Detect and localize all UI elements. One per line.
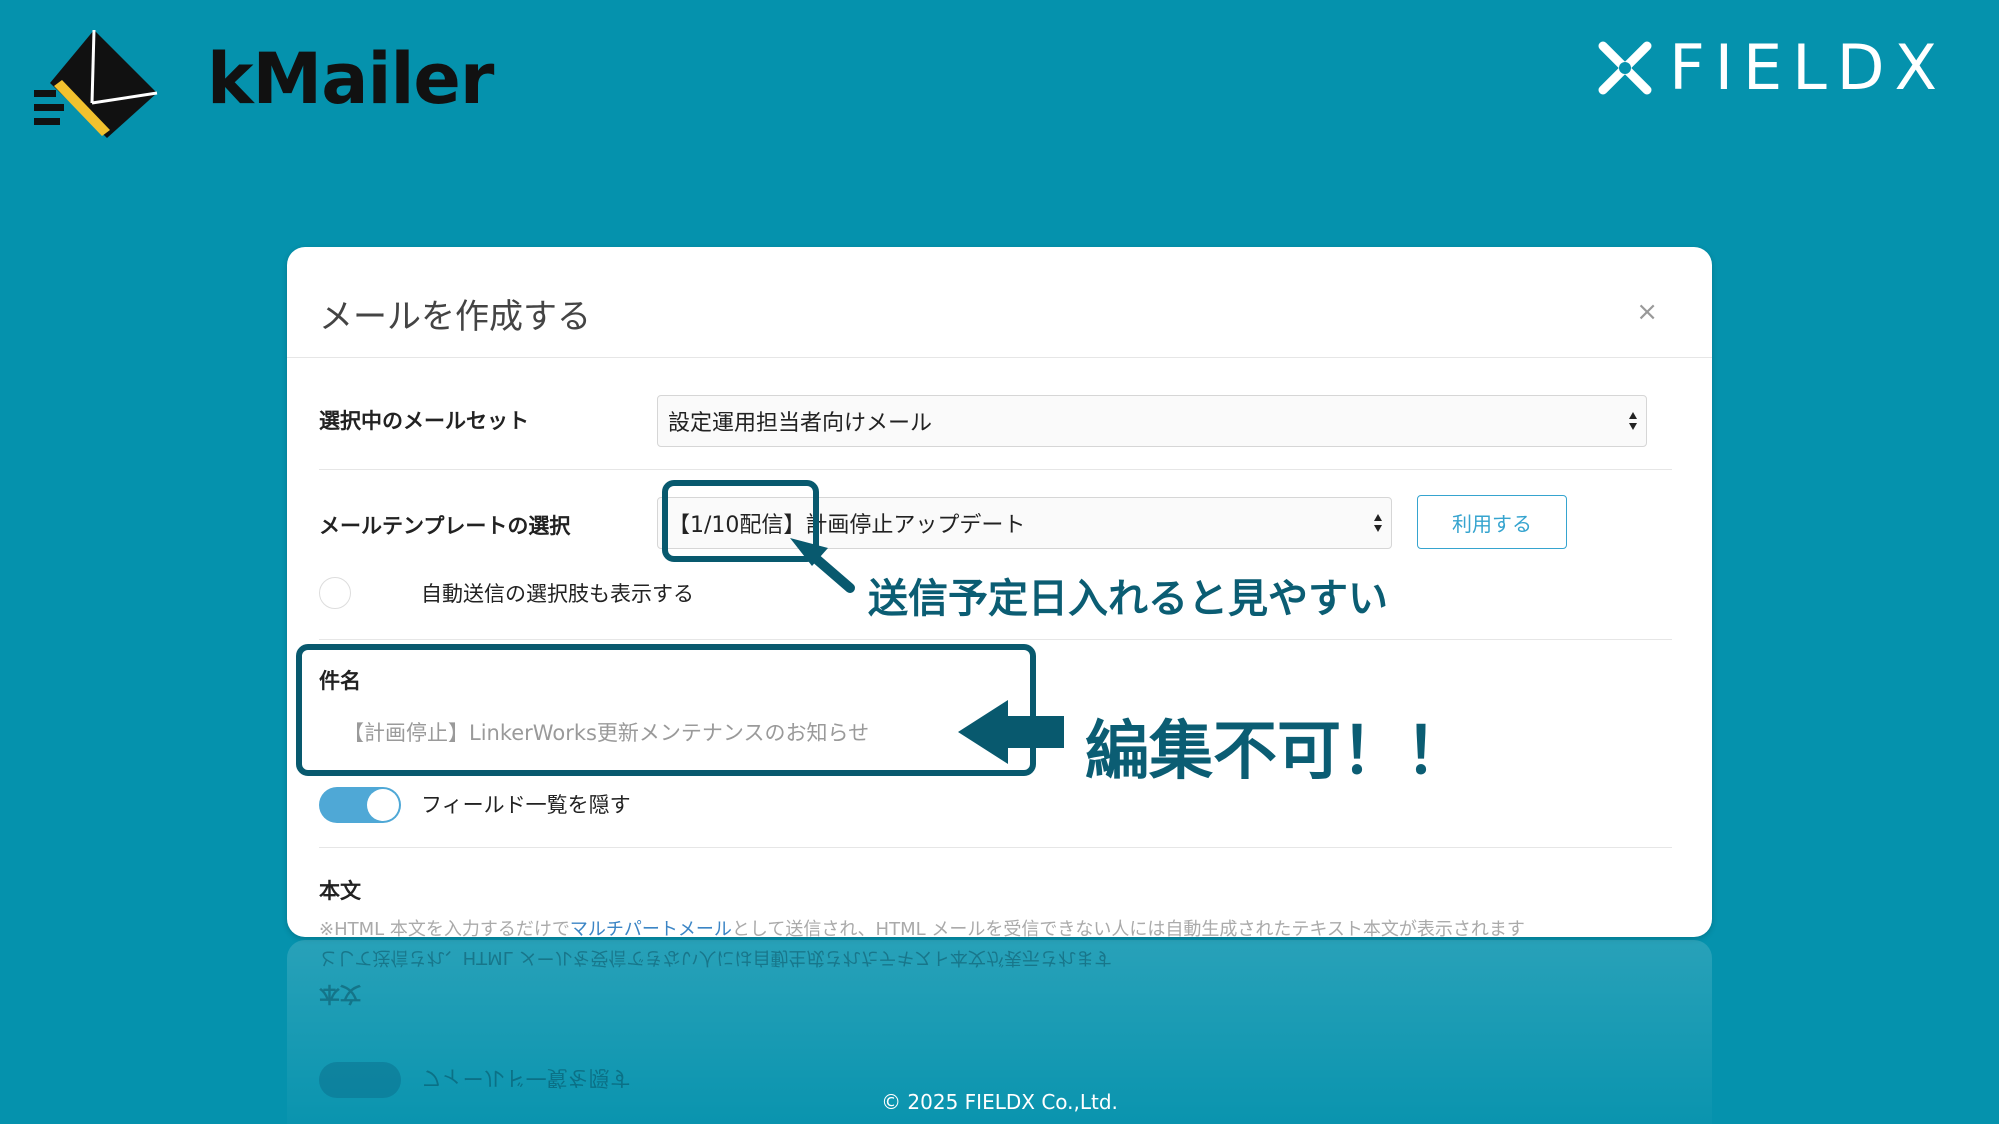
not-editable-annotation: 編集不可！！ [1085, 715, 1469, 789]
pointer-arrow-icon [790, 538, 855, 593]
date-hint-annotation: 送信予定日入れると見やすい [868, 576, 1388, 622]
annotation-arrows [790, 538, 1064, 764]
copyright-footer: © 2025 FIELDX Co.,Ltd. [881, 1090, 1118, 1114]
left-arrow-icon [958, 700, 1064, 764]
